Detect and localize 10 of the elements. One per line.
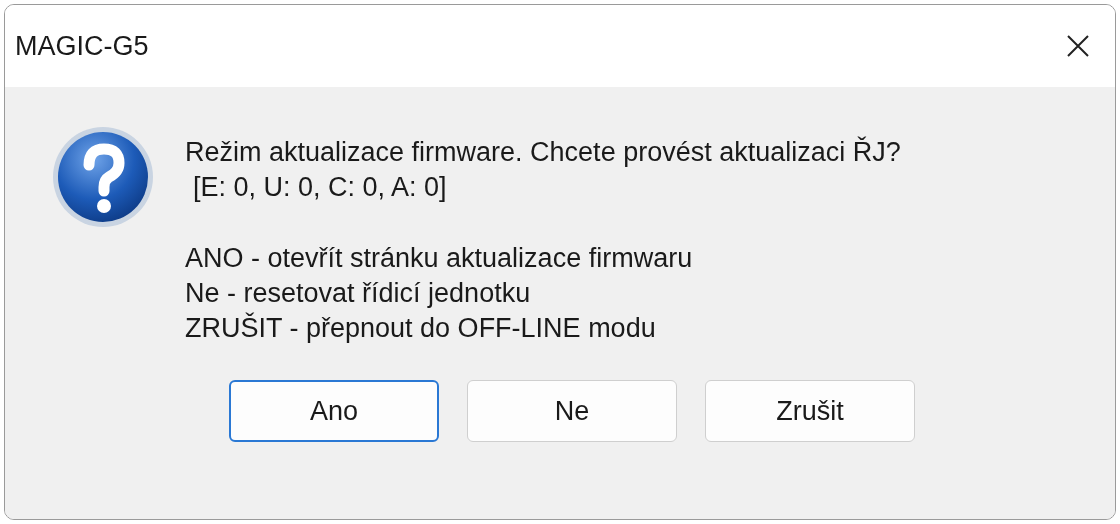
window-title: MAGIC-G5 xyxy=(15,30,149,62)
close-icon[interactable] xyxy=(1065,33,1091,59)
dialog-button[interactable]: Zrušit xyxy=(705,380,915,442)
option-text: ZRUŠIT - přepnout do OFF-LINE modu xyxy=(185,311,657,345)
dialog-button[interactable]: Ne xyxy=(467,380,677,442)
message-text: Režim aktualizace firmware. Chcete provést aktualizaci ŘJ? xyxy=(185,135,901,169)
message-text: [E: 0, U: 0, C: 0, A: 0] xyxy=(192,171,448,204)
option-text: ANO - otevřít stránku aktualizace firmwaru xyxy=(185,242,694,275)
option-text: Ne - resetovat řídicí jednotku xyxy=(185,277,532,310)
dialog-button[interactable]: Ano xyxy=(229,380,439,442)
